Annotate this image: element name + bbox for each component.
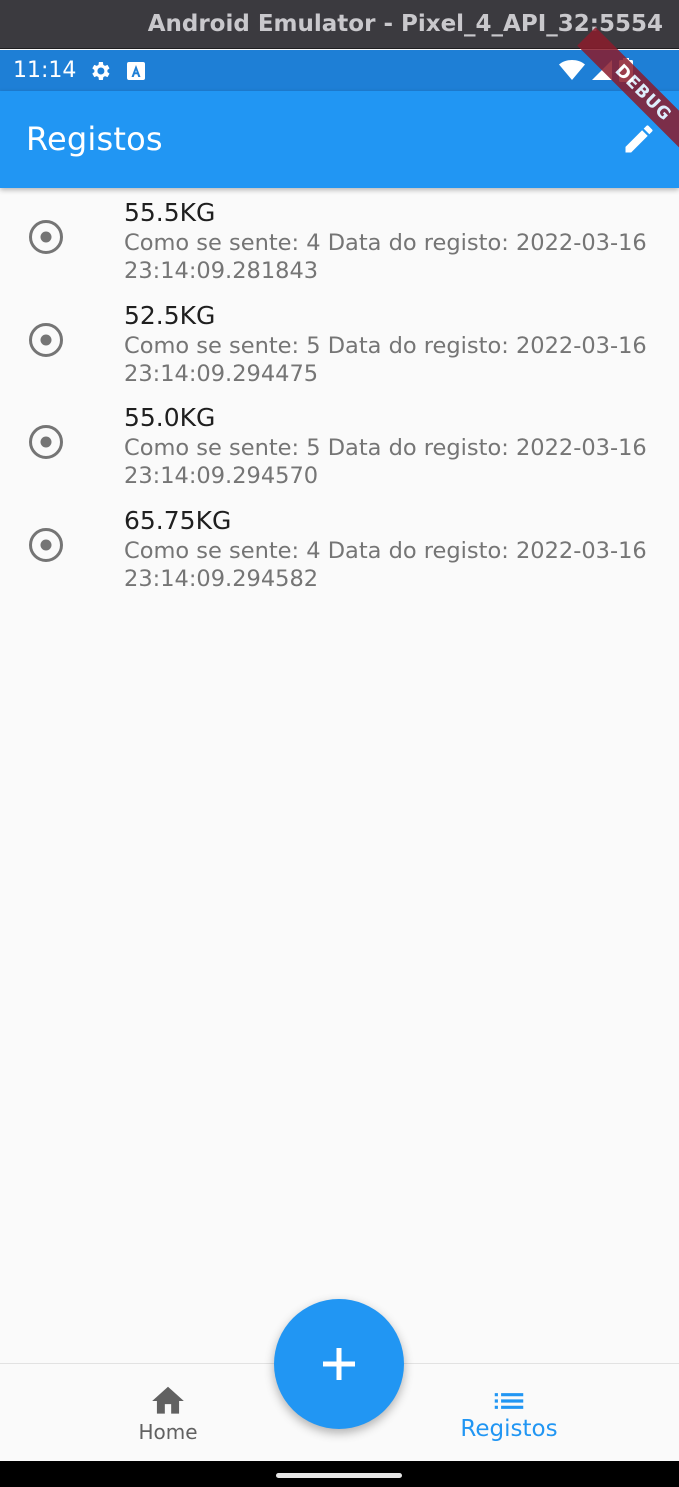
home-gesture-handle[interactable] (276, 1473, 402, 1478)
record-details: Como se sente: 4 Data do registo: 2022-0… (124, 230, 647, 284)
status-time: 11:14 (13, 58, 77, 83)
font-a-icon (127, 61, 146, 80)
nav-label-home: Home (138, 1420, 198, 1444)
emulator-title-bar: Android Emulator - Pixel_4_API_32:5554 (0, 0, 679, 49)
add-record-button[interactable] (274, 1299, 404, 1429)
system-navigation-bar (0, 1461, 679, 1487)
record-weight: 55.5KG (124, 198, 216, 227)
record-details: Como se sente: 4 Data do registo: 2022-0… (124, 537, 647, 592)
list-item[interactable]: 65.75KG Como se sente: 4 Data do registo… (0, 496, 679, 599)
nav-item-registos[interactable]: Registos (409, 1364, 609, 1462)
list-icon (494, 1393, 524, 1409)
emulator-title: Android Emulator - Pixel_4_API_32:5554 (147, 11, 663, 37)
plus-icon (323, 1348, 355, 1380)
record-weight: 55.0KG (124, 403, 216, 432)
record-details: Como se sente: 5 Data do registo: 2022-0… (124, 435, 647, 489)
radio-checked-icon[interactable] (28, 219, 64, 255)
list-item[interactable]: 55.0KG Como se sente: 5 Data do registo:… (0, 393, 679, 496)
list-item[interactable]: 52.5KG Como se sente: 5 Data do registo:… (0, 291, 679, 394)
settings-icon (92, 61, 110, 80)
app-bar: Registos (0, 91, 679, 188)
record-weight: 65.75KG (124, 505, 232, 535)
radio-checked-icon[interactable] (28, 527, 64, 563)
record-weight: 52.5KG (124, 300, 216, 330)
record-details: Como se sente: 5 Data do registo: 2022-0… (124, 332, 647, 387)
radio-checked-icon[interactable] (28, 322, 64, 358)
page-title: Registos (26, 120, 163, 158)
radio-checked-icon[interactable] (28, 424, 64, 460)
edit-icon[interactable] (621, 121, 657, 157)
status-bar: 11:14 (0, 50, 679, 91)
records-list: 55.5KG Como se sente: 4 Data do registo:… (0, 188, 679, 598)
wifi-icon (559, 60, 585, 80)
nav-label-registos: Registos (460, 1416, 558, 1442)
list-item[interactable]: 55.5KG Como se sente: 4 Data do registo:… (0, 188, 679, 291)
nav-item-home[interactable]: Home (68, 1364, 268, 1462)
home-icon (152, 1386, 184, 1414)
